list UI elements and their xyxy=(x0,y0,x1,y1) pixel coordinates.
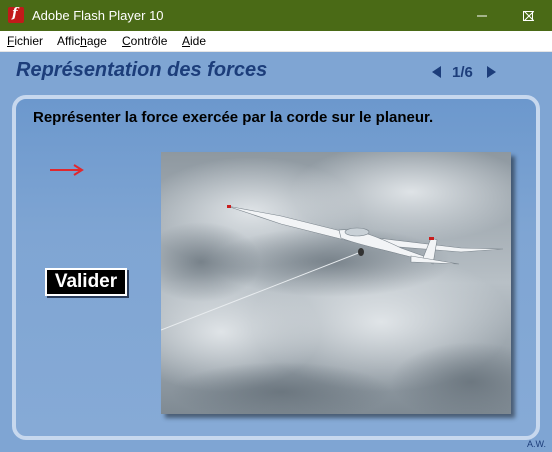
instruction-text: Représenter la force exercée par la cord… xyxy=(33,109,434,126)
author-credit: A.W. xyxy=(527,439,547,449)
menu-fichier[interactable]: Fichier xyxy=(7,34,43,48)
menu-mnemonic: h xyxy=(80,34,87,48)
title-bar: f Adobe Flash Player 10 xyxy=(0,0,552,31)
menu-mnemonic: C xyxy=(122,34,131,48)
page-indicator: 1/6 xyxy=(452,64,473,81)
flash-player-icon: f xyxy=(8,6,24,23)
previous-page-icon[interactable] xyxy=(430,65,442,79)
menu-mnemonic: A xyxy=(182,34,191,48)
menu-mnemonic: F xyxy=(7,34,15,48)
close-button[interactable] xyxy=(506,0,552,31)
close-icon xyxy=(524,10,534,21)
menu-bar: Fichier Affichage Contrôle Aide xyxy=(0,31,552,52)
validate-button[interactable]: Valider xyxy=(45,268,127,296)
page-title: Représentation des forces xyxy=(16,59,268,81)
menu-controle[interactable]: Contrôle xyxy=(122,34,167,48)
window-title: Adobe Flash Player 10 xyxy=(32,8,164,23)
force-arrow-icon[interactable] xyxy=(48,162,86,178)
minimize-icon xyxy=(477,15,487,16)
menu-affichage[interactable]: Affichage xyxy=(57,34,107,48)
glider-photo[interactable] xyxy=(161,152,511,414)
flash-content: Représentation des forces 1/6 Représente… xyxy=(0,52,552,452)
minimize-button[interactable] xyxy=(459,0,505,31)
menu-aide[interactable]: Aide xyxy=(182,34,206,48)
next-page-icon[interactable] xyxy=(486,65,498,79)
